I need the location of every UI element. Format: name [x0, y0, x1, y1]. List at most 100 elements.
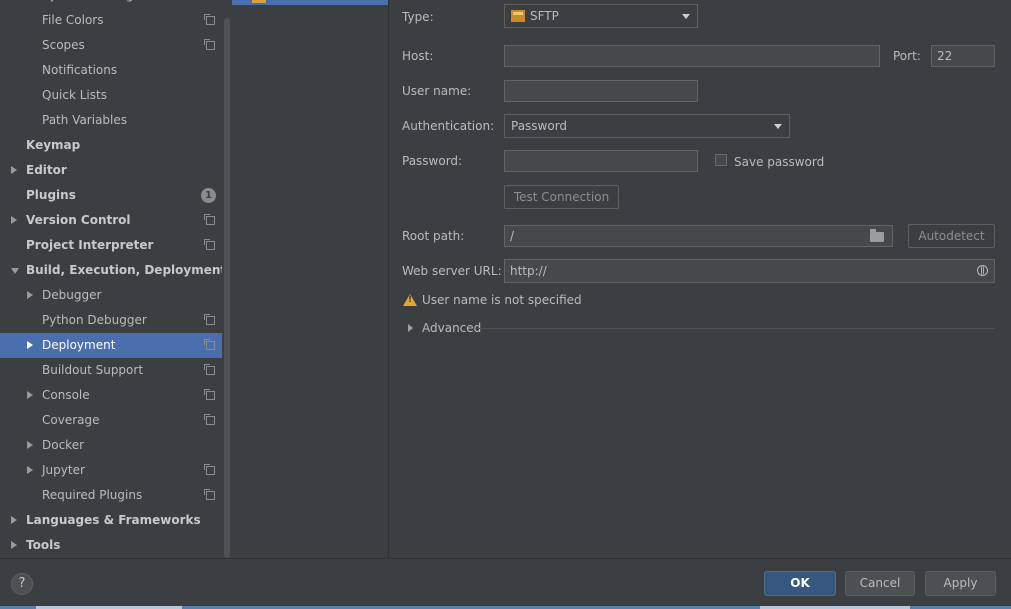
test-connection-button[interactable]: Test Connection: [504, 185, 619, 209]
copy-settings-icon: [204, 364, 215, 375]
save-password-label[interactable]: Save password: [734, 152, 824, 172]
password-label: Password:: [402, 154, 463, 168]
host-input[interactable]: [504, 45, 880, 67]
chevron-right-icon[interactable]: [11, 541, 17, 549]
sidebar-item-tools[interactable]: Tools: [0, 533, 222, 558]
password-input[interactable]: [504, 150, 698, 172]
copy-settings-icon: [204, 464, 215, 475]
sidebar-item-label: Quick Lists: [42, 88, 107, 102]
sidebar-item-path-variables[interactable]: Path Variables: [0, 108, 222, 133]
username-label: User name:: [402, 84, 472, 98]
chevron-down-icon[interactable]: [11, 268, 19, 274]
copy-settings-icon: [204, 39, 215, 50]
sidebar-item-quick-lists[interactable]: Quick Lists: [0, 83, 222, 108]
chevron-down-icon: [774, 124, 782, 129]
sidebar-item-debugger[interactable]: Debugger: [0, 283, 222, 308]
sidebar-item-label: Languages & Frameworks: [26, 513, 201, 527]
sidebar-scrollbar[interactable]: [222, 0, 232, 558]
sidebar-item-editor[interactable]: Editor: [0, 158, 222, 183]
chevron-down-icon: [682, 14, 690, 19]
copy-settings-icon: [204, 214, 215, 225]
sidebar-item-label: Tools: [26, 538, 61, 552]
type-select[interactable]: SFTP: [504, 4, 698, 28]
chevron-right-icon[interactable]: [27, 291, 33, 299]
help-button[interactable]: ?: [11, 573, 33, 595]
sidebar-item-label: Scopes: [42, 38, 85, 52]
copy-settings-icon: [204, 414, 215, 425]
sidebar-item-label: Path Variables: [42, 113, 128, 127]
sidebar-item-coverage[interactable]: Coverage: [0, 408, 222, 433]
sidebar-item-docker[interactable]: Docker: [0, 433, 222, 458]
sidebar-item-label: File Colors: [42, 13, 104, 27]
chevron-right-icon[interactable]: [27, 341, 33, 349]
dialog-footer: ? OK Cancel Apply: [0, 558, 1011, 609]
sidebar-item-label: Required Plugins: [42, 488, 143, 502]
ok-button[interactable]: OK: [764, 571, 836, 596]
sidebar-item-keymap[interactable]: Keymap: [0, 133, 222, 158]
copy-settings-icon: [204, 239, 215, 250]
sidebar-item-plugins[interactable]: Plugins 1: [0, 183, 222, 208]
sidebar-item-python-debugger[interactable]: Python Debugger: [0, 308, 222, 333]
web-server-url-value: http://: [510, 264, 547, 278]
server-list-selected-item[interactable]: [232, 0, 388, 5]
copy-settings-icon: [204, 389, 215, 400]
sidebar-item-console[interactable]: Console: [0, 383, 222, 408]
sidebar-item-scopes[interactable]: Scopes: [0, 33, 222, 58]
web-server-url-input[interactable]: http://: [504, 259, 995, 283]
sidebar-item-label: Coverage: [42, 413, 100, 427]
sidebar-item-file-colors[interactable]: File Colors: [0, 8, 222, 33]
sidebar-item-deployment[interactable]: Deployment: [0, 333, 222, 358]
username-input[interactable]: [504, 80, 698, 102]
authentication-label: Authentication:: [402, 119, 495, 133]
save-password-checkbox[interactable]: [715, 154, 727, 166]
chevron-right-icon[interactable]: [27, 466, 33, 474]
sidebar-item-label: Plugins: [26, 188, 76, 202]
sftp-server-icon: [252, 0, 266, 3]
sidebar-item-label: Python Debugger: [42, 313, 147, 327]
sidebar-item-label: Build, Execution, Deployment: [26, 263, 222, 277]
sidebar-item-buildout-support[interactable]: Buildout Support: [0, 358, 222, 383]
apply-button[interactable]: Apply: [925, 571, 996, 596]
sidebar-item-system-settings[interactable]: System Settings: [0, 0, 222, 8]
sidebar-item-label: Debugger: [42, 288, 102, 302]
folder-icon[interactable]: [870, 229, 884, 242]
sidebar-scrollbar-thumb[interactable]: [224, 18, 230, 558]
chevron-right-icon[interactable]: [27, 441, 33, 449]
sidebar-item-required-plugins[interactable]: Required Plugins: [0, 483, 222, 508]
root-path-input[interactable]: /: [504, 225, 893, 247]
copy-settings-icon: [204, 14, 215, 25]
server-list: [232, 0, 389, 558]
chevron-right-icon[interactable]: [408, 324, 413, 332]
deployment-form: Type: SFTP Host: Port: 22 User name: Aut…: [389, 0, 1011, 558]
cancel-button[interactable]: Cancel: [845, 571, 915, 596]
sidebar-item-languages-frameworks[interactable]: Languages & Frameworks: [0, 508, 222, 533]
sidebar-item-jupyter[interactable]: Jupyter: [0, 458, 222, 483]
globe-icon[interactable]: [977, 265, 988, 276]
type-value: SFTP: [530, 9, 559, 23]
autodetect-button[interactable]: Autodetect: [908, 224, 995, 248]
chevron-right-icon[interactable]: [11, 516, 17, 524]
type-label: Type:: [402, 10, 434, 24]
sidebar-item-label: Project Interpreter: [26, 238, 154, 252]
sidebar-item-build-execution-deployment[interactable]: Build, Execution, Deployment: [0, 258, 222, 283]
sidebar-item-label: Buildout Support: [42, 363, 144, 377]
sidebar-item-project-interpreter[interactable]: Project Interpreter: [0, 233, 222, 258]
authentication-select[interactable]: Password: [504, 114, 790, 138]
sidebar-item-version-control[interactable]: Version Control: [0, 208, 222, 233]
port-input[interactable]: 22: [931, 45, 995, 67]
copy-settings-icon: [204, 314, 215, 325]
advanced-toggle[interactable]: Advanced: [422, 318, 481, 338]
sidebar-item-label: Jupyter: [42, 463, 85, 477]
host-label: Host:: [402, 49, 434, 63]
web-server-url-label: Web server URL:: [402, 264, 502, 278]
port-label: Port:: [893, 49, 921, 63]
sidebar-item-notifications[interactable]: Notifications: [0, 58, 222, 83]
chevron-right-icon[interactable]: [11, 166, 17, 174]
warning-icon: [403, 294, 417, 306]
sidebar-item-label: Console: [42, 388, 90, 402]
chevron-right-icon[interactable]: [11, 216, 17, 224]
chevron-right-icon[interactable]: [27, 391, 33, 399]
sftp-icon: [511, 10, 525, 22]
root-path-value: /: [510, 229, 515, 243]
warning-message: User name is not specified: [422, 293, 582, 307]
